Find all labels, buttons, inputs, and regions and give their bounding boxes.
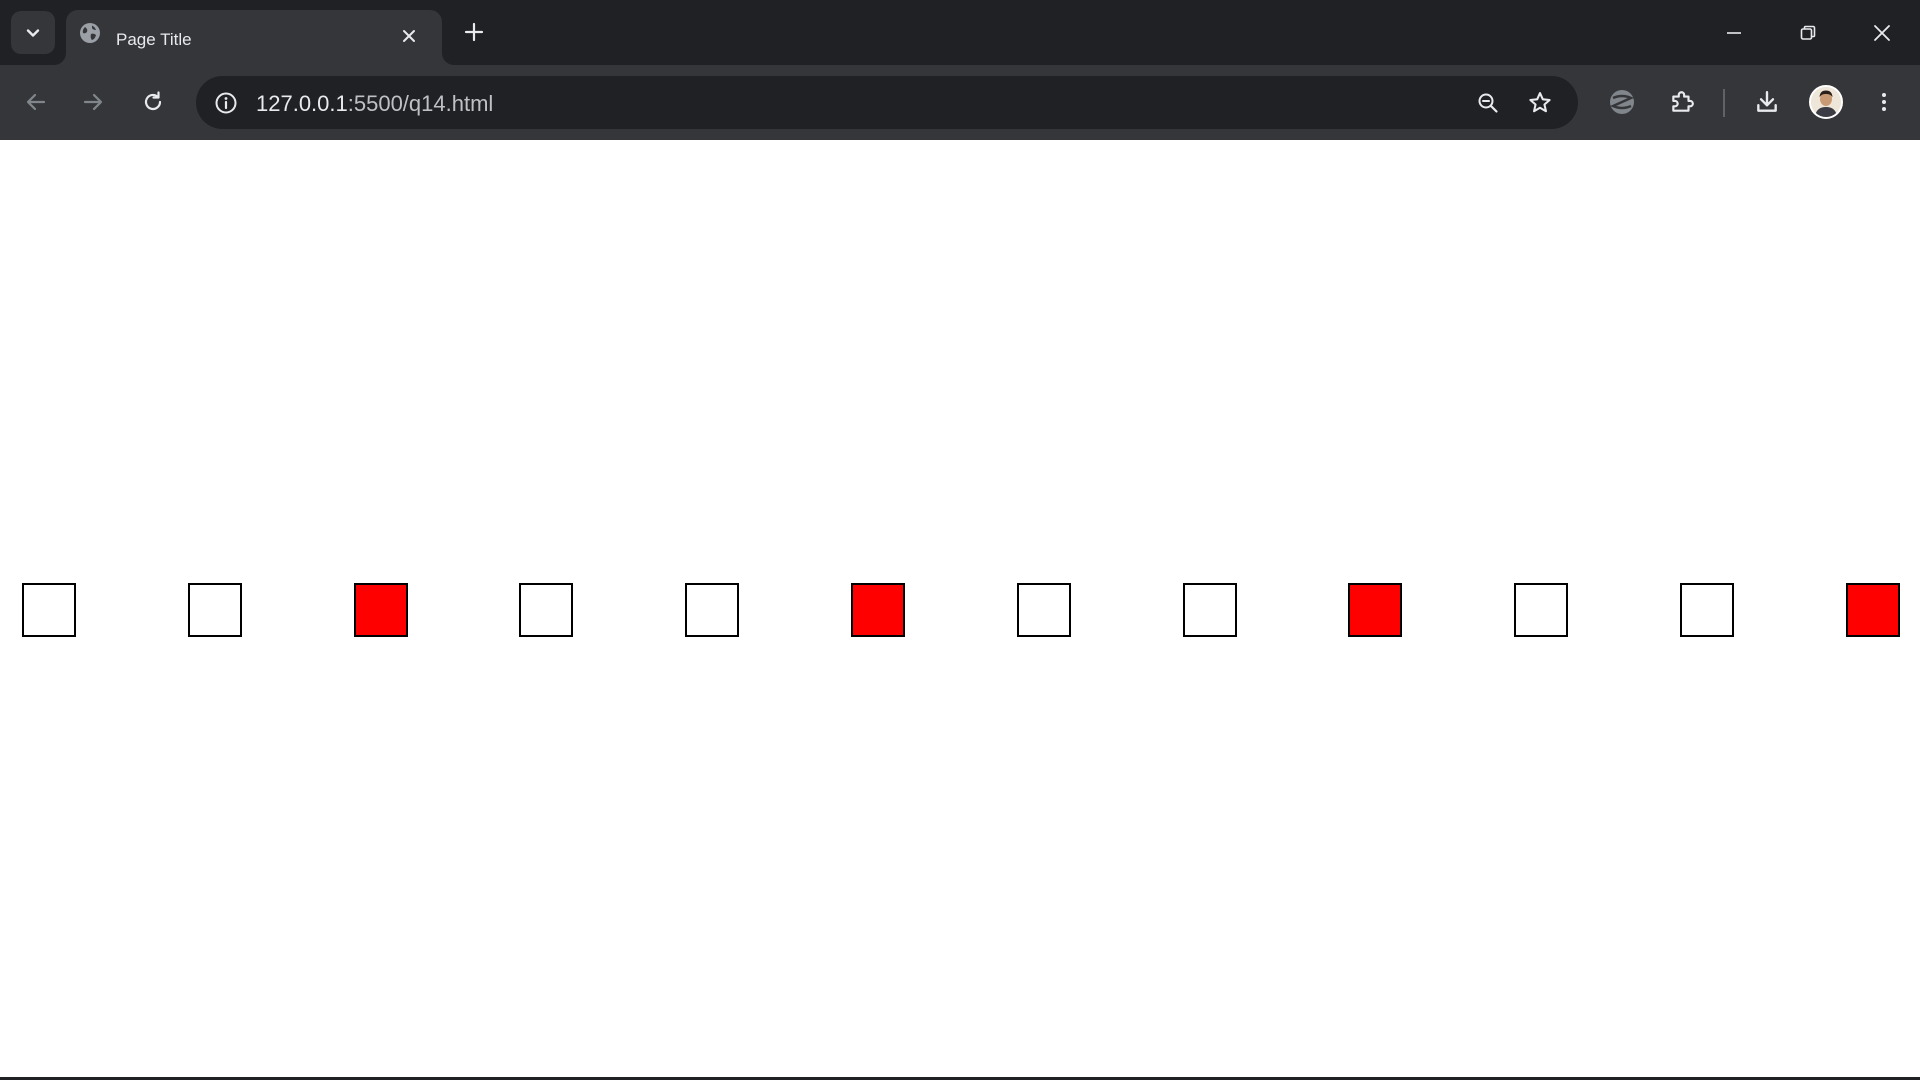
url-path: :5500/q14.html xyxy=(347,91,494,116)
new-tab-button[interactable] xyxy=(456,14,492,50)
site-info-button[interactable] xyxy=(208,85,244,121)
tab-title: Page Title xyxy=(116,30,192,49)
reload-icon xyxy=(144,91,162,111)
back-button[interactable] xyxy=(14,80,58,124)
white-square xyxy=(22,583,76,637)
white-square xyxy=(1183,583,1237,637)
white-square xyxy=(188,583,242,637)
extension-button[interactable] xyxy=(1600,80,1644,124)
tab-close-button[interactable] xyxy=(396,23,422,49)
white-square xyxy=(1680,583,1734,637)
close-icon xyxy=(1874,24,1890,41)
window-close-button[interactable] xyxy=(1845,0,1919,65)
bookmark-button[interactable] xyxy=(1521,84,1559,122)
white-square xyxy=(685,583,739,637)
star-icon xyxy=(1529,92,1551,113)
zoom-out-icon xyxy=(1478,93,1498,113)
toolbar-divider xyxy=(1723,89,1725,117)
profile-photo-icon xyxy=(1811,87,1841,117)
extension-logo-icon xyxy=(1610,90,1634,114)
restore-icon xyxy=(1800,25,1816,40)
active-tab[interactable]: Page Title xyxy=(66,10,442,65)
red-square xyxy=(851,583,905,637)
profile-button[interactable] xyxy=(1804,80,1848,124)
zoom-button[interactable] xyxy=(1469,84,1507,122)
plus-icon xyxy=(464,22,484,42)
square-row xyxy=(0,583,1920,637)
tab-search-button[interactable] xyxy=(11,11,55,54)
white-square xyxy=(1017,583,1071,637)
white-square xyxy=(519,583,573,637)
avatar xyxy=(1809,85,1843,119)
address-bar[interactable]: 127.0.0.1:5500/q14.html xyxy=(196,76,1578,129)
forward-button[interactable] xyxy=(71,80,115,124)
minimize-button[interactable] xyxy=(1697,0,1771,65)
tab-strip: Page Title xyxy=(0,0,1920,65)
browser-toolbar: 127.0.0.1:5500/q14.html xyxy=(0,65,1920,140)
menu-button[interactable] xyxy=(1862,80,1906,124)
reload-button[interactable] xyxy=(131,80,175,124)
download-icon xyxy=(1757,91,1777,112)
downloads-button[interactable] xyxy=(1745,80,1789,124)
globe-icon xyxy=(80,23,100,43)
restore-button[interactable] xyxy=(1771,0,1845,65)
page-content xyxy=(0,140,1920,1080)
arrow-right-icon xyxy=(83,93,103,111)
arrow-left-icon xyxy=(26,93,46,111)
red-square xyxy=(354,583,408,637)
red-square xyxy=(1846,583,1900,637)
minimize-icon xyxy=(1727,31,1741,34)
info-icon xyxy=(215,92,237,114)
red-square xyxy=(1348,583,1402,637)
white-square xyxy=(1514,583,1568,637)
url-host: 127.0.0.1 xyxy=(256,91,348,116)
more-vertical-icon xyxy=(1882,93,1886,111)
close-icon xyxy=(403,30,415,42)
chevron-down-icon xyxy=(26,28,40,37)
extensions-menu-button[interactable] xyxy=(1660,80,1704,124)
puzzle-icon xyxy=(1672,91,1694,112)
url-text[interactable]: 127.0.0.1:5500/q14.html xyxy=(256,91,493,117)
